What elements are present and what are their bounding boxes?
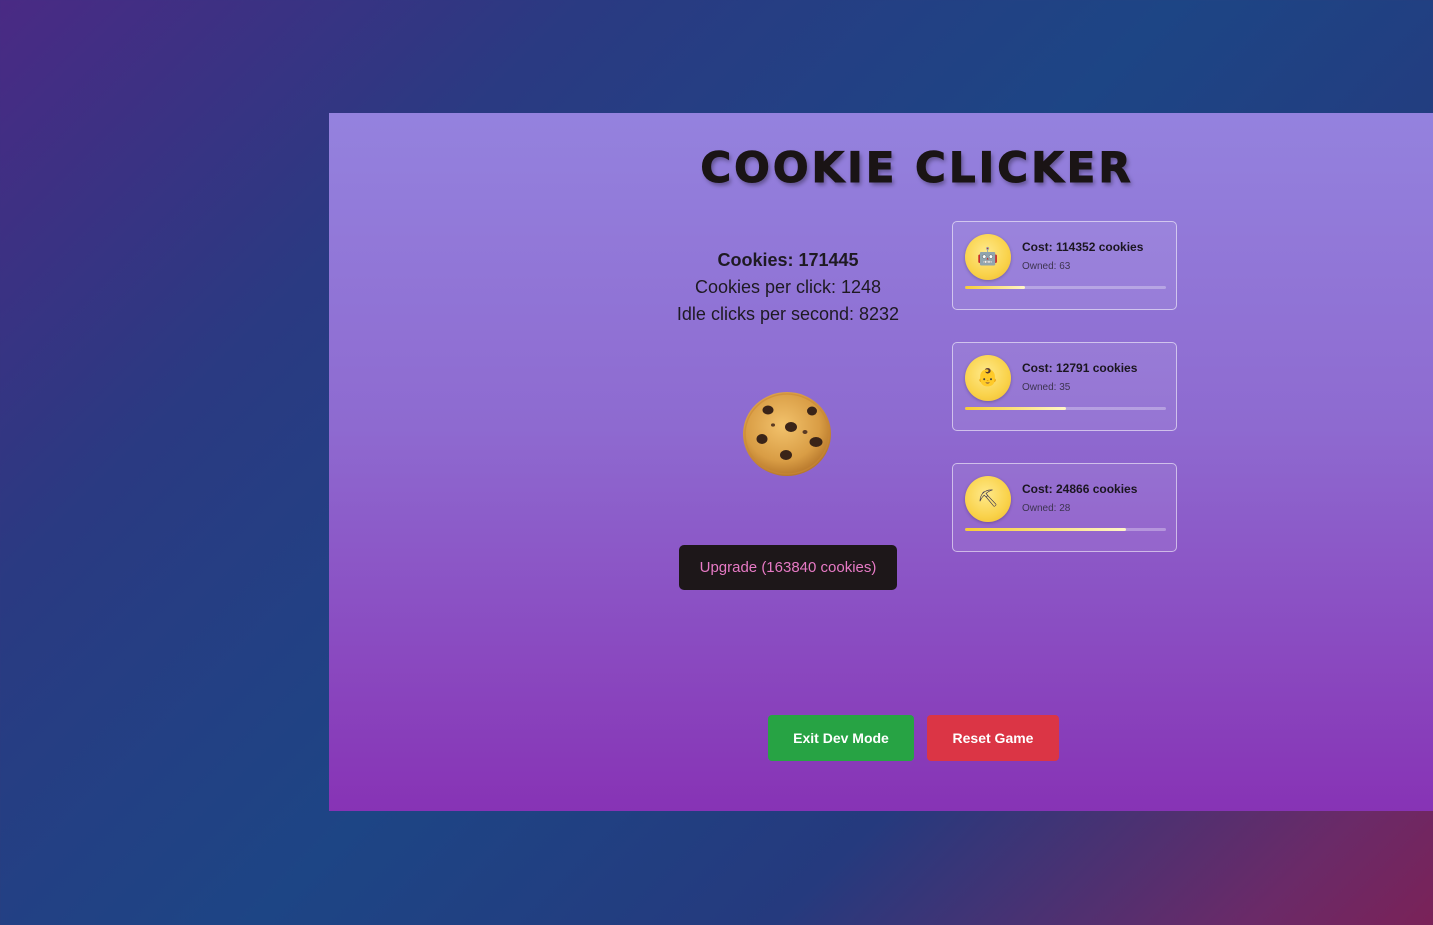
shop-item-cost: Cost: 12791 cookies bbox=[1022, 361, 1138, 375]
cookie-count: Cookies: 171445 bbox=[717, 250, 859, 270]
shop-item-owned: Owned: 35 bbox=[1022, 382, 1071, 393]
shop-item-owned: Owned: 28 bbox=[1022, 503, 1071, 514]
shop-item-progress bbox=[965, 286, 1166, 289]
shop-item-owned: Owned: 63 bbox=[1022, 261, 1071, 272]
game-panel: COOKIE CLICKER Cookies: 171445 Cookies p… bbox=[329, 113, 1433, 811]
shop-item-progress-fill bbox=[965, 407, 1066, 410]
shop-item-cost: Cost: 114352 cookies bbox=[1022, 240, 1144, 254]
shop-item-progress bbox=[965, 528, 1166, 531]
upgrade-button[interactable]: Upgrade (163840 cookies) bbox=[679, 545, 897, 590]
baby-icon: 👶 bbox=[965, 355, 1011, 401]
cookie-icon[interactable] bbox=[743, 392, 831, 476]
shop-item-cost: Cost: 24866 cookies bbox=[1022, 482, 1138, 496]
pickaxe-icon: ⛏ bbox=[965, 476, 1011, 522]
shop-item-progress-fill bbox=[965, 528, 1126, 531]
cookies-per-click: Cookies per click: 1248 bbox=[694, 277, 882, 297]
shop-item-progress-fill bbox=[965, 286, 1026, 289]
reset-game-button[interactable]: Reset Game bbox=[927, 715, 1059, 761]
shop-item-robot[interactable]: 🤖 Cost: 114352 cookies Owned: 63 bbox=[952, 221, 1177, 310]
shop-item-progress bbox=[965, 407, 1166, 410]
shop-item-pickaxe[interactable]: ⛏ Cost: 24866 cookies Owned: 28 bbox=[952, 463, 1177, 552]
exit-dev-mode-button[interactable]: Exit Dev Mode bbox=[768, 715, 914, 761]
game-title: COOKIE CLICKER bbox=[700, 143, 1134, 193]
shop-item-baby[interactable]: 👶 Cost: 12791 cookies Owned: 35 bbox=[952, 342, 1177, 431]
stats-panel: Cookies: 171445 Cookies per click: 1248 … bbox=[658, 247, 918, 328]
idle-clicks-per-second: Idle clicks per second: 8232 bbox=[676, 304, 900, 324]
robot-icon: 🤖 bbox=[965, 234, 1011, 280]
